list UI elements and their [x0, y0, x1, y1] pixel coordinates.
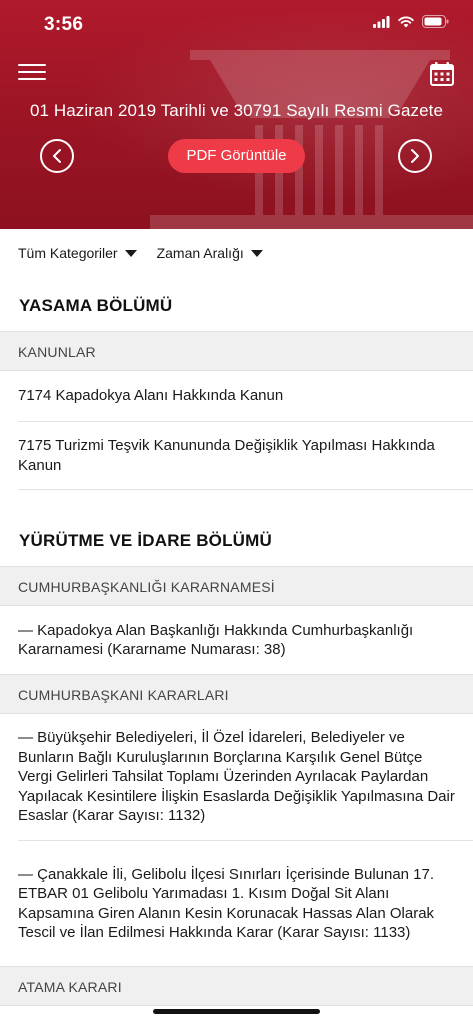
status-time: 3:56 — [44, 14, 84, 35]
time-range-filter-label: Zaman Aralığı — [156, 245, 244, 261]
category-filter-dropdown[interactable]: Tüm Kategoriler — [18, 245, 137, 261]
divider — [18, 489, 473, 490]
gazette-header: 3:56 01 Haziran 2019 Tarihli ve 30791 Sa… — [0, 0, 473, 229]
cellular-signal-icon — [373, 15, 390, 28]
calendar-icon[interactable] — [429, 61, 455, 87]
gazette-title: 01 Haziran 2019 Tarihli ve 30791 Sayılı … — [29, 101, 444, 120]
chevron-right-icon — [411, 149, 419, 163]
filter-bar: Tüm Kategoriler Zaman Aralığı — [18, 245, 263, 261]
home-indicator — [153, 1009, 320, 1014]
category-header: ATAMA KARARI — [0, 966, 473, 1006]
category-header: CUMHURBAŞKANLIĞI KARARNAMESİ — [0, 566, 473, 606]
section-title: YASAMA BÖLÜMÜ — [19, 296, 173, 315]
caret-down-icon — [124, 249, 137, 257]
category-header: KANUNLAR — [0, 331, 473, 371]
wifi-icon — [398, 16, 414, 27]
status-icons — [373, 15, 449, 28]
section-title: YÜRÜTME VE İDARE BÖLÜMÜ — [19, 531, 272, 550]
list-item[interactable]: — Büyükşehir Belediyeleri, İl Özel İdare… — [0, 714, 473, 840]
next-issue-button[interactable] — [398, 139, 432, 173]
list-item[interactable]: 7175 Turizmi Teşvik Kanununda Değişiklik… — [0, 422, 473, 489]
time-range-filter-dropdown[interactable]: Zaman Aralığı — [157, 245, 263, 261]
list-item[interactable]: — Çanakkale İli, Gelibolu İlçesi Sınırla… — [0, 841, 473, 966]
caret-down-icon — [250, 249, 263, 257]
building-illustration — [150, 50, 473, 229]
pdf-view-button[interactable]: PDF Görüntüle — [168, 139, 305, 173]
battery-icon — [422, 15, 449, 28]
category-filter-label: Tüm Kategoriler — [18, 245, 118, 261]
hamburger-menu-icon[interactable] — [18, 64, 46, 84]
category-header: CUMHURBAŞKANI KARARLARI — [0, 674, 473, 714]
status-bar: 3:56 — [0, 0, 473, 50]
chevron-left-icon — [53, 149, 61, 163]
previous-issue-button[interactable] — [40, 139, 74, 173]
list-item[interactable]: 7174 Kapadokya Alanı Hakkında Kanun — [0, 371, 473, 421]
list-item[interactable]: — Kapadokya Alan Başkanlığı Hakkında Cum… — [0, 606, 473, 674]
